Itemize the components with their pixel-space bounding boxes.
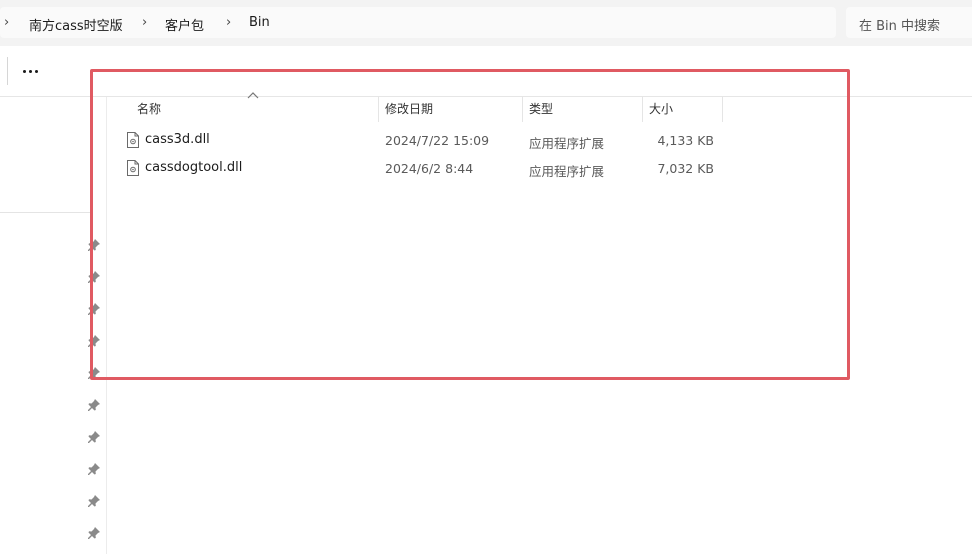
column-header-date[interactable]: 修改日期 [385,100,433,117]
breadcrumb-item-root[interactable]: 南方cass时空版 [29,15,123,34]
file-row[interactable]: cassdogtool.dll 2024/6/2 8:44 应用程序扩展 7,0… [118,156,722,182]
pin-icon [88,495,100,507]
column-header-size[interactable]: 大小 [649,100,673,117]
file-type: 应用程序扩展 [529,164,605,179]
column-separator[interactable] [378,96,379,122]
nav-divider [0,212,90,213]
command-bar [0,46,972,97]
chevron-right-icon[interactable]: › [226,15,231,30]
sort-ascending-icon[interactable] [246,91,260,99]
dot-icon [22,69,26,73]
dot-icon [34,69,38,73]
pin-icon [88,271,100,283]
file-name: cassdogtool.dll [145,160,243,175]
breadcrumb[interactable]: › 南方cass时空版 › 客户包 › Bin [0,7,836,38]
column-separator[interactable] [722,96,723,122]
search-input[interactable]: 在 Bin 中搜索 [846,7,972,38]
pin-icon [88,367,100,379]
pin-icon [88,463,100,475]
file-type: 应用程序扩展 [529,136,605,151]
column-separator[interactable] [522,96,523,122]
dot-icon [28,69,32,73]
file-row[interactable]: cass3d.dll 2024/7/22 15:09 应用程序扩展 4,133 … [118,128,722,154]
pin-icon [88,431,100,443]
column-header-type[interactable]: 类型 [529,100,553,117]
breadcrumb-item-client-pack[interactable]: 客户包 [165,15,204,34]
column-separator[interactable] [642,96,643,122]
dll-file-icon [127,160,139,176]
chevron-right-icon[interactable]: › [4,15,9,30]
breadcrumb-item-bin[interactable]: Bin [249,15,270,30]
pin-icon [88,239,100,251]
file-size: 7,032 KB [657,161,714,176]
file-name: cass3d.dll [145,132,210,147]
toolbar-divider [7,57,8,85]
pin-icon [88,303,100,315]
pin-icon [88,335,100,347]
address-bar: › 南方cass时空版 › 客户包 › Bin 在 Bin 中搜索 [0,0,972,46]
pin-icon [88,399,100,411]
dll-file-icon [127,132,139,148]
search-placeholder: 在 Bin 中搜索 [859,19,941,34]
file-date: 2024/7/22 15:09 [385,133,490,148]
more-options-button[interactable] [16,58,44,84]
navigation-pane[interactable] [0,97,107,554]
file-date: 2024/6/2 8:44 [385,161,474,176]
pin-icon [88,527,100,539]
file-size: 4,133 KB [657,133,714,148]
chevron-right-icon[interactable]: › [142,15,147,30]
column-header-name[interactable]: 名称 [137,100,161,117]
